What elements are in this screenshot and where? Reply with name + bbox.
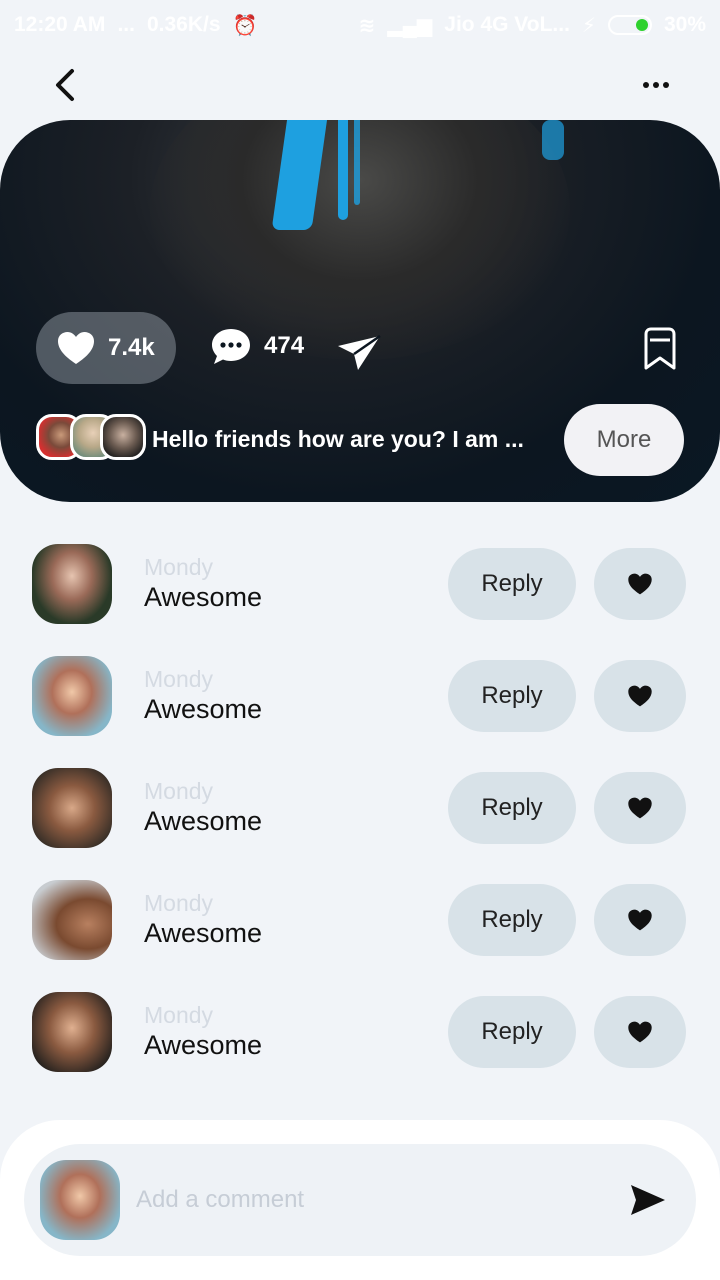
- heart-icon: [628, 1021, 652, 1043]
- comment-author: Mondy: [144, 1002, 214, 1028]
- comment-text: Awesome: [144, 694, 263, 724]
- avatar[interactable]: [32, 768, 112, 848]
- avatar: [100, 414, 146, 460]
- comment-input[interactable]: [136, 1172, 606, 1228]
- post-caption: Hello friends how are you? I am ...: [152, 426, 524, 452]
- top-nav: [0, 55, 720, 115]
- heart-icon: [628, 573, 652, 595]
- list-item: Mondy Awesome Reply: [0, 656, 720, 736]
- like-button[interactable]: 7.4k: [36, 312, 176, 384]
- list-item: Mondy Awesome Reply: [0, 992, 720, 1072]
- post-hero-card: 7.4k 474 Hello friends how are you? I am…: [0, 120, 720, 502]
- list-item: Mondy Awesome Reply: [0, 544, 720, 624]
- status-time: 12:20 AM: [14, 13, 106, 36]
- more-button[interactable]: More: [564, 404, 684, 476]
- status-bar: 12:20 AM ... 0.36K/s ⏰ ≋ ▂▄▆ Jio 4G VoL.…: [0, 0, 720, 50]
- like-comment-button[interactable]: [594, 548, 686, 620]
- like-comment-button[interactable]: [594, 884, 686, 956]
- comment-text: Awesome: [144, 1030, 263, 1060]
- list-item: Mondy Awesome Reply: [0, 768, 720, 848]
- status-dots: ...: [117, 13, 135, 36]
- heart-icon: [628, 797, 652, 819]
- reply-button[interactable]: Reply: [448, 660, 576, 732]
- alarm-icon: ⏰: [232, 14, 258, 37]
- status-carrier: Jio 4G VoL...: [444, 13, 570, 36]
- charging-icon: ⚡: [581, 14, 596, 37]
- signal-icon: ▂▄▆: [387, 14, 433, 37]
- status-battery: 30%: [663, 13, 706, 36]
- comment-bubble-icon: [212, 329, 250, 364]
- comment-author: Mondy: [144, 890, 214, 916]
- like-count: 7.4k: [108, 334, 155, 361]
- comment-author: Mondy: [144, 778, 214, 804]
- status-speed: 0.36K/s: [146, 13, 221, 36]
- comment-author: Mondy: [144, 554, 214, 580]
- reply-button[interactable]: Reply: [448, 772, 576, 844]
- post-image: [150, 120, 570, 360]
- avatar[interactable]: [32, 880, 112, 960]
- comment-text: Awesome: [144, 582, 263, 612]
- like-comment-button[interactable]: [594, 660, 686, 732]
- send-comment-button[interactable]: [628, 1182, 668, 1218]
- back-arrow-icon: [56, 69, 74, 101]
- bookmark-button[interactable]: [641, 326, 679, 372]
- post-image-accent: [542, 120, 564, 160]
- list-item: Mondy Awesome Reply: [0, 880, 720, 960]
- comment-text: Awesome: [144, 806, 263, 836]
- heart-icon: [628, 909, 652, 931]
- reply-button[interactable]: Reply: [448, 548, 576, 620]
- avatar[interactable]: [32, 992, 112, 1072]
- avatar[interactable]: [32, 656, 112, 736]
- share-button[interactable]: [336, 332, 382, 372]
- like-comment-button[interactable]: [594, 772, 686, 844]
- bookmark-icon: [644, 327, 676, 370]
- wifi-icon: ≋: [358, 14, 376, 37]
- send-icon: [338, 334, 381, 370]
- send-icon: [631, 1185, 665, 1215]
- more-options-button[interactable]: [636, 70, 676, 100]
- avatar: [40, 1160, 120, 1240]
- avatar[interactable]: [32, 544, 112, 624]
- comment-author: Mondy: [144, 666, 214, 692]
- battery-icon: [607, 15, 652, 35]
- like-comment-button[interactable]: [594, 996, 686, 1068]
- heart-icon: [628, 685, 652, 707]
- reply-button[interactable]: Reply: [448, 996, 576, 1068]
- reply-button[interactable]: Reply: [448, 884, 576, 956]
- back-button[interactable]: [50, 65, 84, 105]
- comment-text: Awesome: [144, 918, 263, 948]
- liked-by-avatars[interactable]: [36, 414, 146, 464]
- heart-icon: [58, 332, 94, 364]
- comment-count: 474: [264, 332, 305, 359]
- post-image-accent: [354, 120, 360, 205]
- comment-count-button[interactable]: 474: [210, 326, 304, 366]
- post-image-accent: [338, 120, 348, 220]
- more-dots-icon: [643, 82, 649, 88]
